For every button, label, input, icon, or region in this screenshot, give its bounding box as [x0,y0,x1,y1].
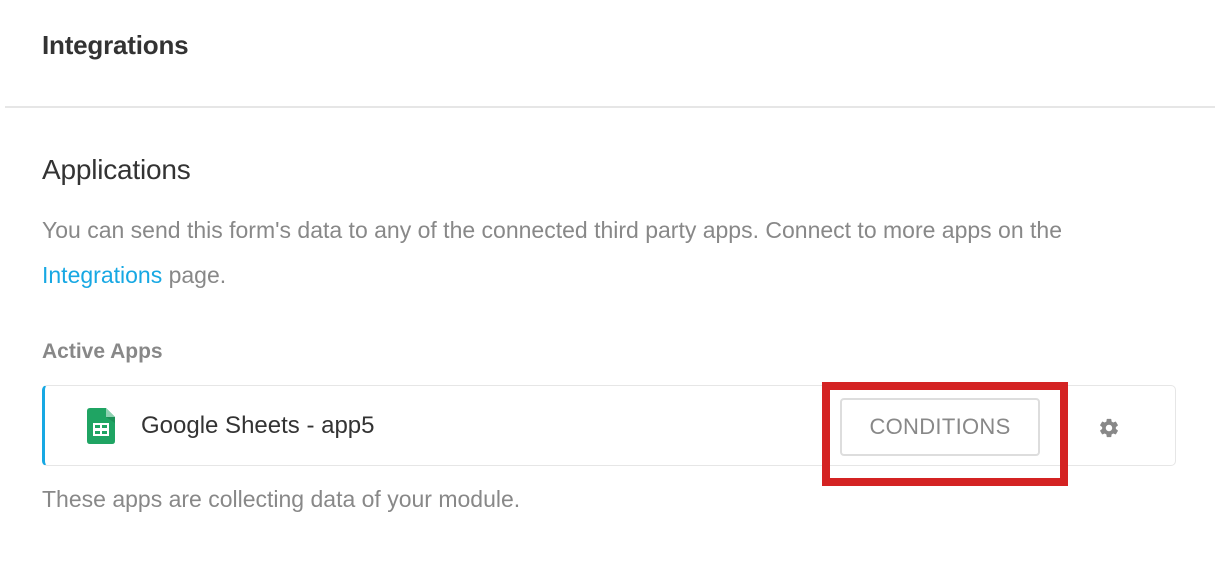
active-apps-label: Active Apps [42,340,163,363]
integrations-link[interactable]: Integrations [42,262,162,288]
integrations-page: Integrations Applications You can send t… [0,0,1220,565]
page-title: Integrations [42,30,189,60]
google-sheets-icon [87,408,115,444]
description-text-suffix: page. [162,262,227,288]
applications-description: You can send this form's data to any of … [42,208,1182,298]
app-name: Google Sheets - app5 [141,412,375,439]
footer-note: These apps are collecting data of your m… [42,486,521,512]
page-header: Integrations [0,0,1220,107]
gear-icon[interactable] [1095,414,1123,442]
description-text-prefix: You can send this form's data to any of … [42,217,1063,243]
applications-heading: Applications [42,154,191,185]
header-divider [5,106,1215,108]
active-app-row: Google Sheets - app5 CONDITIONS [42,385,1176,466]
conditions-button[interactable]: CONDITIONS [840,398,1040,456]
